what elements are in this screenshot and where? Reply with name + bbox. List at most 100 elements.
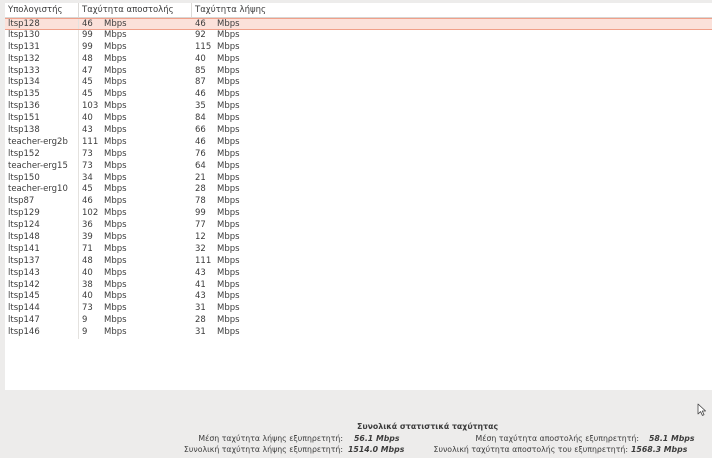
- total-send-value: 1568.3 Mbps: [631, 445, 688, 454]
- receive-speed-value: 46: [195, 89, 206, 100]
- average-send-label: Μέση ταχύτητα αποστολής εξυπηρετητή:: [475, 434, 640, 443]
- host-cell: ltsp135: [5, 89, 79, 102]
- host-cell: ltsp129: [5, 208, 79, 221]
- total-receive-value: 1514.0 Mbps: [348, 445, 405, 454]
- table-row[interactable]: ltsp124 36 Mbps 77 Mbps: [5, 220, 712, 233]
- total-send-label: Συνολική ταχύτητα αποστολής του εξυπηρετ…: [433, 445, 628, 454]
- send-speed-unit: Mbps: [104, 327, 127, 338]
- send-speed-value: 36: [82, 220, 93, 231]
- receive-speed-unit: Mbps: [217, 160, 240, 171]
- table-row[interactable]: ltsp146 9 Mbps 31 Mbps: [5, 327, 712, 340]
- table-row[interactable]: ltsp148 39 Mbps 12 Mbps: [5, 232, 712, 244]
- table-row[interactable]: ltsp144 73 Mbps 31 Mbps: [5, 303, 712, 316]
- column-header-receive-speed[interactable]: Ταχύτητα λήψης: [192, 3, 712, 17]
- table-row[interactable]: ltsp129 102 Mbps 99 Mbps: [5, 208, 712, 221]
- column-header-send-speed[interactable]: Ταχύτητα αποστολής: [79, 3, 192, 17]
- receive-speed-value: 99: [195, 208, 206, 219]
- receive-speed-unit: Mbps: [217, 196, 240, 207]
- receive-speed-cell: 115 Mbps: [192, 42, 712, 54]
- table-row[interactable]: ltsp138 43 Mbps 66 Mbps: [5, 125, 712, 137]
- host-cell: ltsp131: [5, 41, 79, 54]
- receive-speed-cell: 31 Mbps: [192, 327, 712, 339]
- send-speed-unit: Mbps: [104, 255, 127, 266]
- send-speed-unit: Mbps: [104, 160, 127, 171]
- table-row[interactable]: ltsp130 99 Mbps 92 Mbps: [5, 29, 712, 42]
- send-speed-unit: Mbps: [104, 125, 127, 136]
- send-speed-cell: 40 Mbps: [79, 268, 192, 280]
- receive-speed-unit: Mbps: [217, 243, 240, 254]
- table-row[interactable]: ltsp132 48 Mbps 40 Mbps: [5, 53, 712, 66]
- receive-speed-value: 111: [195, 255, 212, 266]
- send-speed-value: 71: [82, 243, 93, 254]
- table-row[interactable]: ltsp143 40 Mbps 43 Mbps: [5, 267, 712, 280]
- host-cell: ltsp144: [5, 303, 79, 316]
- host-cell: ltsp147: [5, 315, 79, 328]
- send-speed-value: 40: [82, 267, 93, 278]
- receive-speed-cell: 76 Mbps: [192, 149, 712, 161]
- send-speed-cell: 111 Mbps: [79, 137, 192, 149]
- receive-speed-value: 76: [195, 148, 206, 159]
- send-speed-unit: Mbps: [104, 184, 127, 195]
- table-row[interactable]: ltsp150 34 Mbps 21 Mbps: [5, 172, 712, 185]
- receive-speed-value: 41: [195, 279, 206, 290]
- send-speed-cell: 73 Mbps: [79, 161, 192, 173]
- receive-speed-cell: 43 Mbps: [192, 268, 712, 280]
- receive-speed-value: 21: [195, 172, 206, 183]
- send-speed-unit: Mbps: [104, 29, 127, 40]
- host-cell: ltsp136: [5, 101, 79, 114]
- receive-speed-value: 85: [195, 65, 206, 76]
- receive-speed-cell: 77 Mbps: [192, 220, 712, 232]
- send-speed-cell: 43 Mbps: [79, 125, 192, 137]
- table-row[interactable]: ltsp145 40 Mbps 43 Mbps: [5, 291, 712, 304]
- send-speed-value: 9: [82, 327, 88, 338]
- table-row[interactable]: ltsp136 103 Mbps 35 Mbps: [5, 101, 712, 114]
- host-cell: ltsp128: [5, 19, 79, 29]
- receive-speed-value: 46: [195, 19, 206, 29]
- table-row[interactable]: teacher-erg2b 111 Mbps 46 Mbps: [5, 136, 712, 149]
- average-receive-label: Μέση ταχύτητα λήψης εξυπηρετητή:: [198, 434, 343, 443]
- receive-speed-value: 77: [195, 220, 206, 231]
- receive-speed-unit: Mbps: [217, 125, 240, 136]
- host-cell: ltsp130: [5, 29, 79, 42]
- host-cell: teacher-erg2b: [5, 136, 79, 149]
- table-row[interactable]: ltsp141 71 Mbps 32 Mbps: [5, 243, 712, 256]
- table-row[interactable]: ltsp87 46 Mbps 78 Mbps: [5, 196, 712, 209]
- table-row[interactable]: ltsp151 40 Mbps 84 Mbps: [5, 113, 712, 126]
- receive-speed-value: 28: [195, 184, 206, 195]
- receive-speed-cell: 46 Mbps: [192, 137, 712, 149]
- table-row[interactable]: ltsp142 38 Mbps 41 Mbps: [5, 279, 712, 292]
- table-row[interactable]: ltsp152 73 Mbps 76 Mbps: [5, 148, 712, 161]
- host-cell: ltsp87: [5, 196, 79, 209]
- host-cell: ltsp152: [5, 148, 79, 161]
- receive-speed-value: 31: [195, 327, 206, 338]
- send-speed-value: 48: [82, 53, 93, 64]
- table-row[interactable]: ltsp147 9 Mbps 28 Mbps: [5, 315, 712, 328]
- receive-speed-value: 12: [195, 232, 206, 243]
- table-row[interactable]: ltsp131 99 Mbps 115 Mbps: [5, 41, 712, 54]
- table-row[interactable]: ltsp133 47 Mbps 85 Mbps: [5, 65, 712, 78]
- receive-speed-unit: Mbps: [217, 172, 240, 183]
- table-row[interactable]: teacher-erg15 73 Mbps 64 Mbps: [5, 160, 712, 173]
- receive-speed-cell: 66 Mbps: [192, 125, 712, 137]
- host-cell: ltsp143: [5, 267, 79, 280]
- table-row[interactable]: ltsp137 48 Mbps 111 Mbps: [5, 255, 712, 268]
- receive-speed-cell: 40 Mbps: [192, 54, 712, 66]
- table-row[interactable]: ltsp134 45 Mbps 87 Mbps: [5, 77, 712, 90]
- receive-speed-unit: Mbps: [217, 220, 240, 231]
- host-cell: ltsp133: [5, 65, 79, 78]
- host-cell: ltsp151: [5, 113, 79, 126]
- host-cell: ltsp124: [5, 220, 79, 233]
- receive-speed-cell: 64 Mbps: [192, 161, 712, 173]
- send-speed-value: 102: [82, 208, 99, 219]
- column-header-host[interactable]: Υπολογιστής: [5, 3, 79, 17]
- statistics-title: Συνολικά στατιστικά ταχύτητας: [357, 422, 499, 431]
- host-cell: ltsp148: [5, 232, 79, 244]
- table-row[interactable]: teacher-erg10 45 Mbps 28 Mbps: [5, 184, 712, 197]
- receive-speed-value: 46: [195, 136, 206, 147]
- send-speed-unit: Mbps: [104, 77, 127, 88]
- send-speed-cell: 99 Mbps: [79, 30, 192, 42]
- average-receive-value: 56.1 Mbps: [354, 434, 400, 443]
- send-speed-value: 46: [82, 19, 93, 29]
- table-row[interactable]: ltsp135 45 Mbps 46 Mbps: [5, 89, 712, 102]
- table-row[interactable]: ltsp128 46 Mbps 46 Mbps: [5, 18, 712, 30]
